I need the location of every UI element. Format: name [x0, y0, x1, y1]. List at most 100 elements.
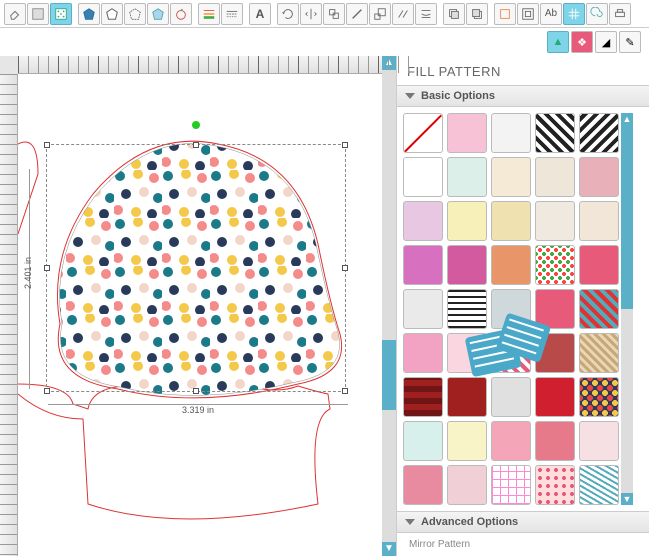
resize-handle-w[interactable] [44, 265, 50, 271]
pattern-swatch[interactable] [535, 465, 575, 505]
pattern-swatch[interactable] [579, 289, 619, 329]
pattern-swatch[interactable] [579, 157, 619, 197]
pentagon-grad-icon[interactable] [147, 3, 169, 25]
pattern-swatch[interactable] [403, 289, 443, 329]
tab-fill-icon[interactable]: ▲ [547, 31, 569, 53]
pattern-swatch[interactable] [535, 157, 575, 197]
pentagon-solid-icon[interactable] [78, 3, 100, 25]
tab-erase-icon[interactable]: ◢ [595, 31, 617, 53]
basic-options-label: Basic Options [421, 90, 495, 102]
trace-icon[interactable] [494, 3, 516, 25]
pattern-swatch[interactable] [447, 113, 487, 153]
resize-handle-e[interactable] [342, 265, 348, 271]
pattern-swatch[interactable] [579, 201, 619, 241]
design-canvas[interactable]: 2.401 in 3.319 in [18, 74, 382, 556]
pattern-swatch[interactable] [403, 465, 443, 505]
pattern-swatch[interactable] [491, 201, 531, 241]
pattern-swatch[interactable] [579, 113, 619, 153]
fill-pattern-panel: FILL PATTERN Basic Options ▲ ▼ [396, 56, 649, 556]
pattern-swatch[interactable] [535, 333, 575, 373]
transform-flip-icon[interactable] [300, 3, 322, 25]
pattern-swatch[interactable] [447, 377, 487, 417]
pattern-swatch[interactable] [403, 377, 443, 417]
align-icon[interactable] [323, 3, 345, 25]
swatch-scrollbar[interactable]: ▲ ▼ [621, 113, 633, 505]
text-tool-icon[interactable]: A [249, 3, 271, 25]
pattern-swatch[interactable] [447, 245, 487, 285]
canvas-scrollbar[interactable]: ▲ ▼ [382, 56, 396, 556]
pattern-swatch[interactable] [403, 245, 443, 285]
spiral-icon[interactable] [586, 3, 608, 25]
scale-tool-icon[interactable] [369, 3, 391, 25]
scroll-down-icon[interactable]: ▼ [382, 542, 396, 556]
pattern-swatch[interactable] [447, 333, 487, 373]
pattern-swatch[interactable] [403, 157, 443, 197]
print-icon[interactable] [609, 3, 631, 25]
pattern-swatch[interactable] [491, 245, 531, 285]
scroll-down-icon[interactable]: ▼ [621, 493, 633, 505]
pattern-swatch[interactable] [579, 377, 619, 417]
pentagon-outline-icon[interactable] [101, 3, 123, 25]
scroll-up-icon[interactable]: ▲ [382, 56, 396, 70]
chevron-down-icon [405, 519, 415, 525]
line-weight-icon[interactable] [198, 3, 220, 25]
scroll-up-icon[interactable]: ▲ [621, 113, 633, 125]
pattern-swatch[interactable] [403, 201, 443, 241]
pentagon-dashed-icon[interactable] [124, 3, 146, 25]
fill-pattern-icon[interactable] [50, 3, 72, 25]
pattern-swatch[interactable] [447, 157, 487, 197]
pattern-swatch[interactable] [535, 377, 575, 417]
resize-handle-n[interactable] [193, 142, 199, 148]
line-style-icon[interactable] [221, 3, 243, 25]
fill-solid-icon[interactable] [27, 3, 49, 25]
selection-bounds[interactable] [46, 144, 346, 392]
height-dimension: 2.401 in [26, 169, 38, 389]
pattern-swatch[interactable] [579, 245, 619, 285]
pattern-swatch[interactable] [491, 113, 531, 153]
pattern-swatch[interactable] [535, 289, 575, 329]
pattern-swatch[interactable] [579, 333, 619, 373]
text-style-icon[interactable]: Ab [540, 3, 562, 25]
pattern-swatch[interactable] [491, 377, 531, 417]
pattern-swatch[interactable] [403, 333, 443, 373]
pattern-swatch[interactable] [403, 421, 443, 461]
pattern-swatch[interactable] [447, 421, 487, 461]
layer-back-icon[interactable] [466, 3, 488, 25]
scroll-thumb[interactable] [382, 340, 396, 410]
tab-brush-icon[interactable]: ✎ [619, 31, 641, 53]
pattern-swatch[interactable] [491, 421, 531, 461]
pattern-swatch[interactable] [491, 289, 531, 329]
resize-handle-sw[interactable] [44, 388, 50, 394]
pattern-swatch[interactable] [491, 465, 531, 505]
transform-rotate-icon[interactable] [277, 3, 299, 25]
advanced-options-label: Advanced Options [421, 516, 518, 528]
resize-handle-ne[interactable] [342, 142, 348, 148]
resize-handle-s[interactable] [193, 388, 199, 394]
warp-tool-icon[interactable] [415, 3, 437, 25]
pattern-swatch[interactable] [535, 201, 575, 241]
shear-tool-icon[interactable] [392, 3, 414, 25]
grid-toggle-icon[interactable] [563, 3, 585, 25]
rotate-handle[interactable] [192, 121, 200, 129]
pattern-swatch-none[interactable] [403, 113, 443, 153]
pattern-swatch[interactable] [535, 421, 575, 461]
pattern-swatch[interactable] [579, 465, 619, 505]
pattern-swatch[interactable] [447, 289, 487, 329]
basic-options-header[interactable]: Basic Options [397, 86, 649, 107]
pattern-swatch[interactable] [491, 157, 531, 197]
tab-pattern-icon[interactable]: ❖ [571, 31, 593, 53]
resize-handle-se[interactable] [342, 388, 348, 394]
pattern-swatch[interactable] [447, 465, 487, 505]
pattern-swatch[interactable] [447, 201, 487, 241]
resize-handle-nw[interactable] [44, 142, 50, 148]
layer-front-icon[interactable] [443, 3, 465, 25]
offset-icon[interactable] [517, 3, 539, 25]
pattern-swatch[interactable] [535, 113, 575, 153]
pattern-swatch[interactable] [579, 421, 619, 461]
knife-tool-icon[interactable] [346, 3, 368, 25]
eraser-tool-icon[interactable] [4, 3, 26, 25]
pattern-swatch[interactable] [491, 333, 531, 373]
pattern-swatch[interactable] [535, 245, 575, 285]
advanced-options-header[interactable]: Advanced Options [397, 512, 649, 533]
apple-tool-icon[interactable] [170, 3, 192, 25]
